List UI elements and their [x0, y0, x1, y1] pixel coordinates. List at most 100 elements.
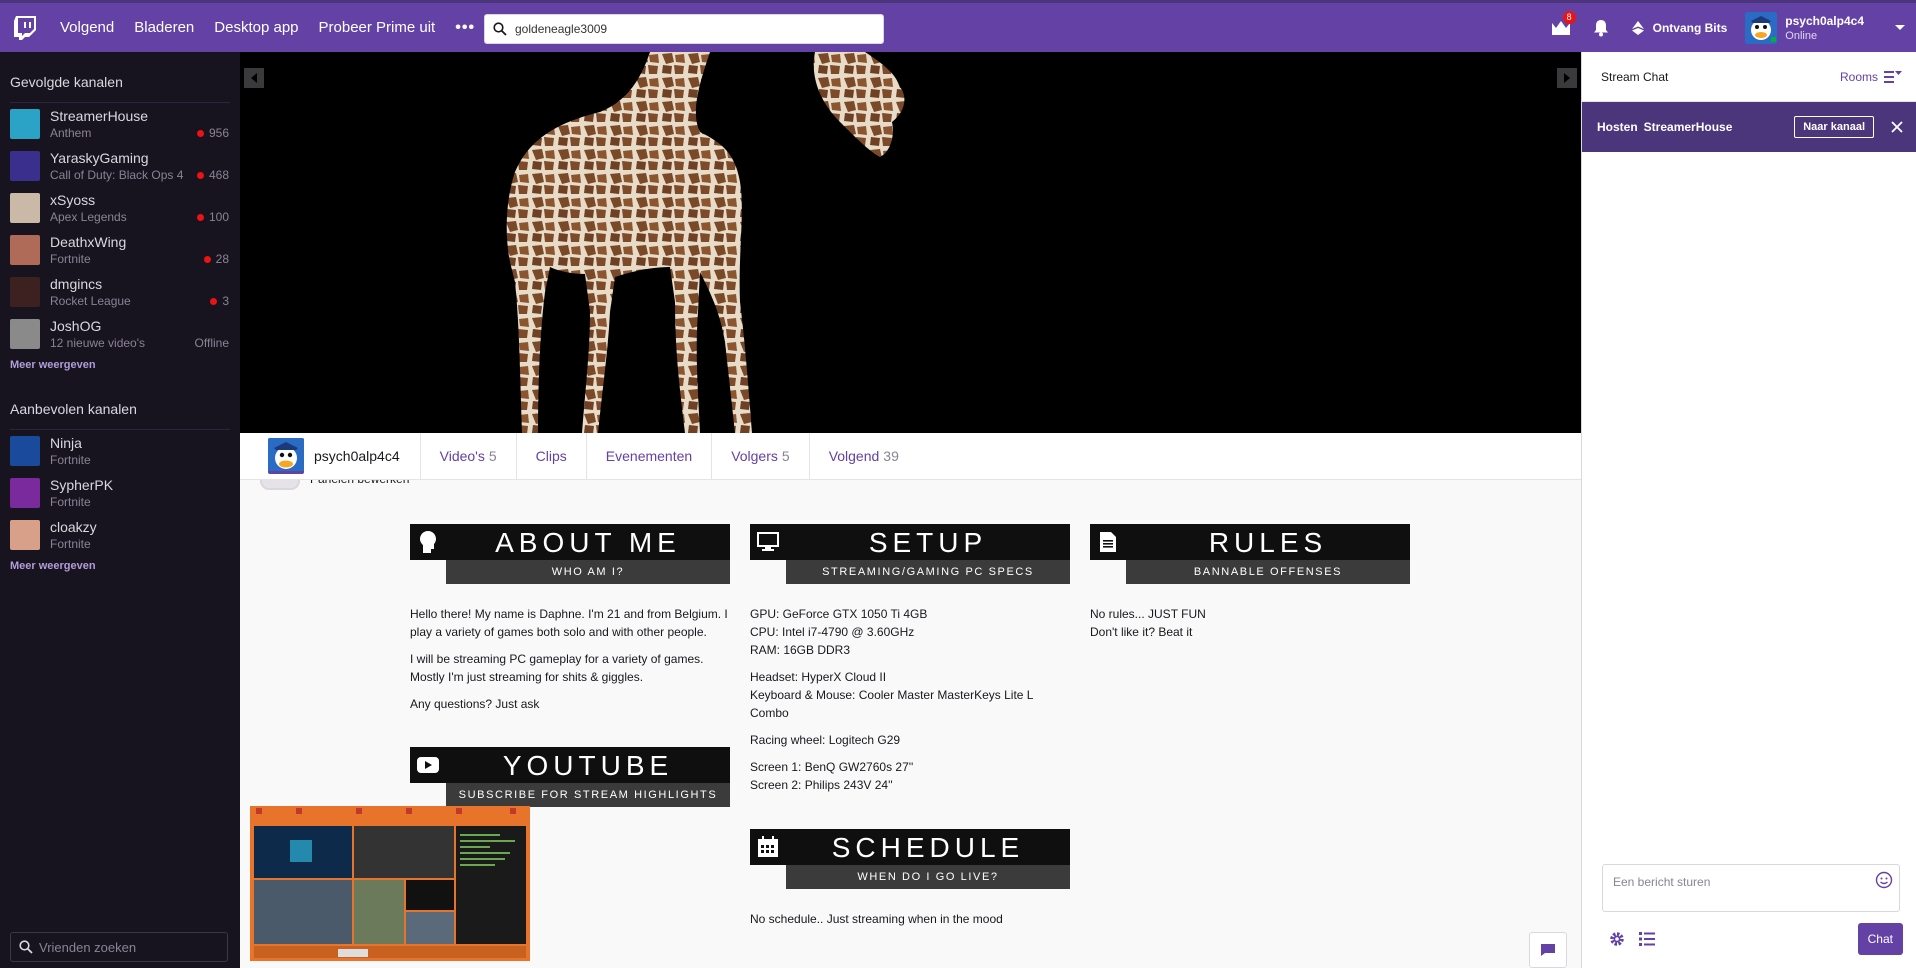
about-paragraph: Any questions? Just ask — [410, 697, 540, 711]
sidebar-channel-item[interactable]: Ninja Fortnite — [0, 430, 240, 472]
avatar — [1745, 11, 1778, 44]
panel-title: SETUP — [868, 527, 988, 558]
channel-game: Fortnite — [50, 495, 91, 509]
channel-text: StreamerHouse Anthem — [50, 108, 200, 140]
sidebar-channel-item[interactable]: StreamerHouse Anthem 956 — [0, 103, 240, 145]
nav-following[interactable]: Volgend — [50, 3, 124, 52]
collapse-right-arrow-icon[interactable] — [1557, 68, 1577, 88]
send-chat-button[interactable]: Chat — [1857, 923, 1903, 955]
tab-following[interactable]: Volgend 39 — [808, 432, 918, 480]
followed-channels-title: Gevolgde kanalen — [10, 74, 123, 90]
search-icon — [19, 940, 33, 954]
panel-subtitle: STREAMING/GAMING PC SPECS — [786, 560, 1070, 584]
video-player[interactable] — [240, 52, 1581, 433]
tab-label: Volgers — [731, 447, 778, 464]
document-icon — [1096, 530, 1120, 554]
tab-label: Evenementen — [605, 447, 693, 464]
channel-name: Ninja — [50, 435, 82, 451]
live-dot-icon — [203, 255, 211, 263]
about-panel-text: Hello there! My name is Daphne. I'm 21 a… — [410, 605, 730, 722]
more-menu-icon[interactable]: ••• — [445, 19, 485, 37]
hosted-channel-name[interactable]: StreamerHouse — [1644, 120, 1733, 134]
spec-line: Screen 1: BenQ GW2760s 27'' — [750, 760, 914, 774]
chat-message-input[interactable]: Een bericht sturen — [1602, 864, 1900, 912]
channel-text: cloakzy Fortnite — [50, 519, 200, 551]
spec-line: CPU: Intel i7-4790 @ 3.60GHz — [750, 625, 915, 639]
search-bar[interactable] — [484, 14, 884, 44]
channel-text: SypherPK Fortnite — [50, 477, 200, 509]
prime-crown-icon[interactable]: 8 — [1541, 3, 1581, 52]
spec-line: RAM: 16GB DDR3 — [750, 643, 851, 657]
twitch-logo-icon[interactable] — [0, 3, 50, 52]
viewer-count: Offline — [195, 336, 229, 350]
tab-clips[interactable]: Clips — [515, 432, 586, 480]
panel-subtitle: WHEN DO I GO LIVE? — [786, 865, 1070, 889]
recommended-channels-list: Ninja Fortnite SypherPK Fortnite cloakzy Fort… — [0, 430, 240, 556]
viewer-count-value: 28 — [215, 252, 229, 266]
user-status: Online — [1785, 29, 1818, 42]
go-to-channel-button[interactable]: Naar kanaal — [1794, 116, 1874, 138]
spec-line: Screen 2: Philips 243V 24'' — [750, 778, 893, 792]
channel-text: dmgincs Rocket League — [50, 276, 200, 308]
viewer-count: 3 — [210, 294, 229, 308]
chat-title: Stream Chat — [1601, 69, 1669, 84]
friend-search-placeholder: Vrienden zoeken — [39, 939, 137, 955]
nav-try-prime[interactable]: Probeer Prime uit — [309, 3, 446, 52]
hosting-bar: Hosten StreamerHouse Naar kanaal — [1582, 102, 1916, 152]
tab-followers[interactable]: Volgers 5 — [711, 432, 809, 480]
sidebar-channel-item[interactable]: xSyoss Apex Legends 100 — [0, 187, 240, 229]
chat-bubble-icon[interactable] — [1529, 932, 1567, 968]
sidebar-channel-item[interactable]: dmgincs Rocket League 3 — [0, 271, 240, 313]
show-more-recommended-link[interactable]: Meer weergeven — [0, 556, 240, 580]
show-more-followed-link[interactable]: Meer weergeven — [0, 355, 240, 379]
followed-channels-list: StreamerHouse Anthem 956 YaraskyGaming Call … — [0, 103, 240, 355]
panel-title: ABOUT ME — [495, 527, 681, 558]
panel-subtitle: SUBSCRIBE FOR STREAM HIGHLIGHTS — [446, 783, 730, 807]
viewer-count-value: 3 — [222, 294, 229, 308]
nav-desktop-app[interactable]: Desktop app — [204, 3, 308, 52]
rooms-button[interactable]: Rooms — [1840, 70, 1902, 84]
live-dot-icon — [210, 297, 218, 305]
sidebar-channel-item[interactable]: cloakzy Fortnite — [0, 514, 240, 556]
rules-panel-header: RULES BANNABLE OFFENSES — [1090, 524, 1410, 584]
chevron-down-icon — [1895, 24, 1905, 30]
about-panel-header: ABOUT ME WHO AM I? — [410, 524, 730, 584]
bits-label: Ontvang Bits — [1652, 20, 1728, 35]
panel-subtitle: WHO AM I? — [446, 560, 730, 584]
sidebar-channel-item[interactable]: SypherPK Fortnite — [0, 472, 240, 514]
search-input[interactable] — [515, 22, 865, 36]
rules-line: Don't like it? Beat it — [1090, 625, 1193, 639]
emote-picker-icon[interactable] — [1875, 871, 1893, 889]
tab-label: Volgend — [828, 447, 880, 464]
get-bits-button[interactable]: Ontvang Bits — [1621, 3, 1746, 52]
viewer-count-value: Offline — [194, 336, 229, 350]
sidebar-channel-item[interactable]: YaraskyGaming Call of Duty: Black Ops 4 46… — [0, 145, 240, 187]
viewer-list-icon[interactable] — [1638, 930, 1656, 948]
sidebar-channel-item[interactable]: DeathxWing Fortnite 28 — [0, 229, 240, 271]
channel-text: YaraskyGaming Call of Duty: Black Ops 4 — [50, 150, 200, 182]
channel-avatar — [10, 151, 40, 181]
channel-name[interactable]: psych0alp4c4 — [314, 448, 400, 464]
notifications-bell-icon[interactable] — [1581, 3, 1621, 52]
channel-avatar — [10, 193, 40, 223]
friend-search-field[interactable]: Vrienden zoeken — [10, 932, 228, 962]
hosting-label: Hosten — [1597, 120, 1638, 134]
close-icon[interactable] — [1890, 120, 1904, 134]
tab-events[interactable]: Evenementen — [585, 432, 711, 480]
user-menu[interactable]: psych0alp4c4 Online — [1745, 3, 1916, 52]
tab-videos[interactable]: Video's 5 — [419, 432, 516, 480]
gear-icon[interactable] — [1608, 930, 1626, 948]
collapse-left-arrow-icon[interactable] — [244, 68, 264, 88]
viewer-count: 100 — [196, 210, 229, 224]
nav-browse[interactable]: Bladeren — [124, 3, 204, 52]
setup-panel-text: GPU: GeForce GTX 1050 Ti 4GB CPU: Intel i… — [750, 605, 1070, 803]
youtube-play-icon — [416, 753, 440, 777]
viewer-count-value: 956 — [208, 126, 229, 140]
viewer-count: 28 — [203, 252, 229, 266]
channel-bar: psych0alp4c4 Video's 5 Clips Evenementen … — [240, 432, 1581, 480]
schedule-panel-header: SCHEDULE WHEN DO I GO LIVE? — [750, 829, 1070, 889]
channel-avatar — [10, 235, 40, 265]
channel-avatar[interactable] — [268, 438, 304, 474]
sidebar-channel-item[interactable]: JoshOG 12 nieuwe video's Offline — [0, 313, 240, 355]
stream-thumbnail-image[interactable] — [250, 806, 530, 961]
